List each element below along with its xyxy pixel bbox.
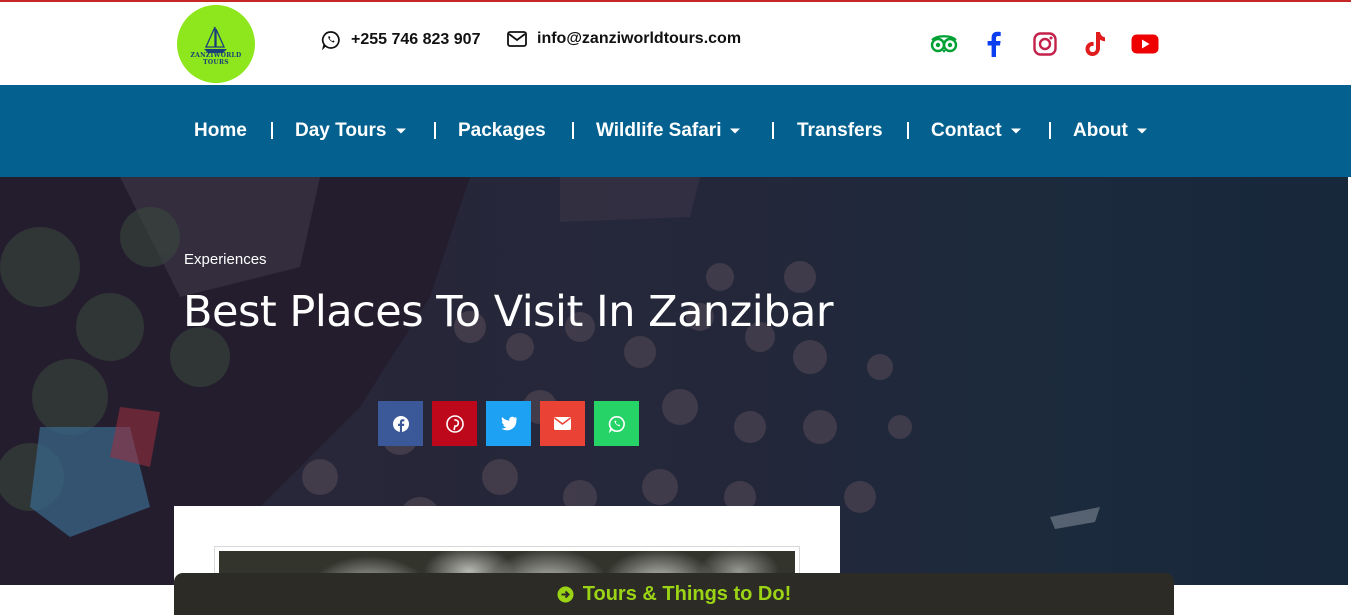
- tours-things-to-do-bar[interactable]: Tours & Things to Do!: [174, 573, 1174, 615]
- nav-packages-label: Packages: [458, 120, 546, 141]
- nav-divider: [907, 122, 909, 139]
- tripadvisor-icon: [930, 35, 958, 53]
- tripadvisor-link[interactable]: [929, 29, 959, 59]
- nav-divider: [772, 122, 774, 139]
- nav-day-tours-label: Day Tours: [295, 120, 387, 141]
- share-facebook-button[interactable]: [378, 401, 423, 446]
- facebook-icon: [987, 31, 1001, 57]
- instagram-link[interactable]: [1030, 29, 1060, 59]
- tiktok-icon: [1085, 32, 1105, 56]
- whatsapp-icon: [608, 415, 625, 433]
- nav-contact[interactable]: Contact: [931, 85, 1022, 177]
- share-pinterest-button[interactable]: [432, 401, 477, 446]
- nav-wildlife-safari-label: Wildlife Safari: [596, 120, 722, 141]
- nav-divider: [572, 122, 574, 139]
- instagram-icon: [1033, 32, 1057, 56]
- facebook-link[interactable]: [979, 29, 1009, 59]
- whatsapp-icon: [321, 31, 340, 50]
- nav-divider: [434, 122, 436, 139]
- phone-contact[interactable]: +255 746 823 907: [321, 30, 480, 50]
- chevron-down-icon: [1136, 128, 1147, 134]
- nav-wildlife-safari[interactable]: Wildlife Safari: [596, 85, 741, 177]
- nav-transfers-label: Transfers: [797, 120, 883, 141]
- nav-packages[interactable]: Packages: [458, 85, 546, 177]
- nav-about-label: About: [1073, 120, 1128, 141]
- email-icon: [554, 417, 571, 430]
- page-title: Best Places To Visit In Zanzibar: [183, 287, 834, 337]
- share-email-button[interactable]: [540, 401, 585, 446]
- share-twitter-button[interactable]: [486, 401, 531, 446]
- chevron-down-icon: [1010, 128, 1021, 134]
- tiktok-link[interactable]: [1080, 29, 1110, 59]
- nav-transfers[interactable]: Transfers: [797, 85, 883, 177]
- nav-about[interactable]: About: [1073, 85, 1148, 177]
- youtube-link[interactable]: [1130, 29, 1160, 59]
- nav-divider: [1049, 122, 1051, 139]
- chevron-down-icon: [730, 128, 741, 134]
- envelope-icon: [507, 31, 527, 47]
- twitter-icon: [500, 416, 517, 430]
- facebook-icon: [392, 415, 409, 432]
- nav-home[interactable]: Home: [194, 85, 247, 177]
- main-nav: Home Day Tours Packages Wildlife Safari …: [0, 85, 1351, 177]
- site-logo[interactable]: ZANZIWORLD TOURS: [177, 5, 255, 83]
- email-contact[interactable]: info@zanziworldtours.com: [507, 30, 741, 48]
- nav-home-label: Home: [194, 120, 247, 141]
- post-category[interactable]: Experiences: [184, 251, 267, 268]
- arrow-circle-right-icon: [557, 586, 574, 602]
- nav-contact-label: Contact: [931, 120, 1002, 141]
- email-address: info@zanziworldtours.com: [537, 30, 742, 47]
- logo-text: ZANZIWORLD TOURS: [190, 52, 242, 66]
- phone-number: +255 746 823 907: [351, 31, 481, 48]
- tours-things-to-do-label: Tours & Things to Do!: [582, 582, 792, 605]
- nav-divider: [271, 122, 273, 139]
- site-header: ZANZIWORLD TOURS +255 746 823 907 info@z…: [0, 2, 1351, 85]
- youtube-icon: [1131, 34, 1159, 54]
- sailboat-icon: [204, 26, 227, 53]
- nav-day-tours[interactable]: Day Tours: [295, 85, 407, 177]
- pinterest-icon: [445, 414, 464, 433]
- share-whatsapp-button[interactable]: [594, 401, 639, 446]
- chevron-down-icon: [395, 128, 406, 134]
